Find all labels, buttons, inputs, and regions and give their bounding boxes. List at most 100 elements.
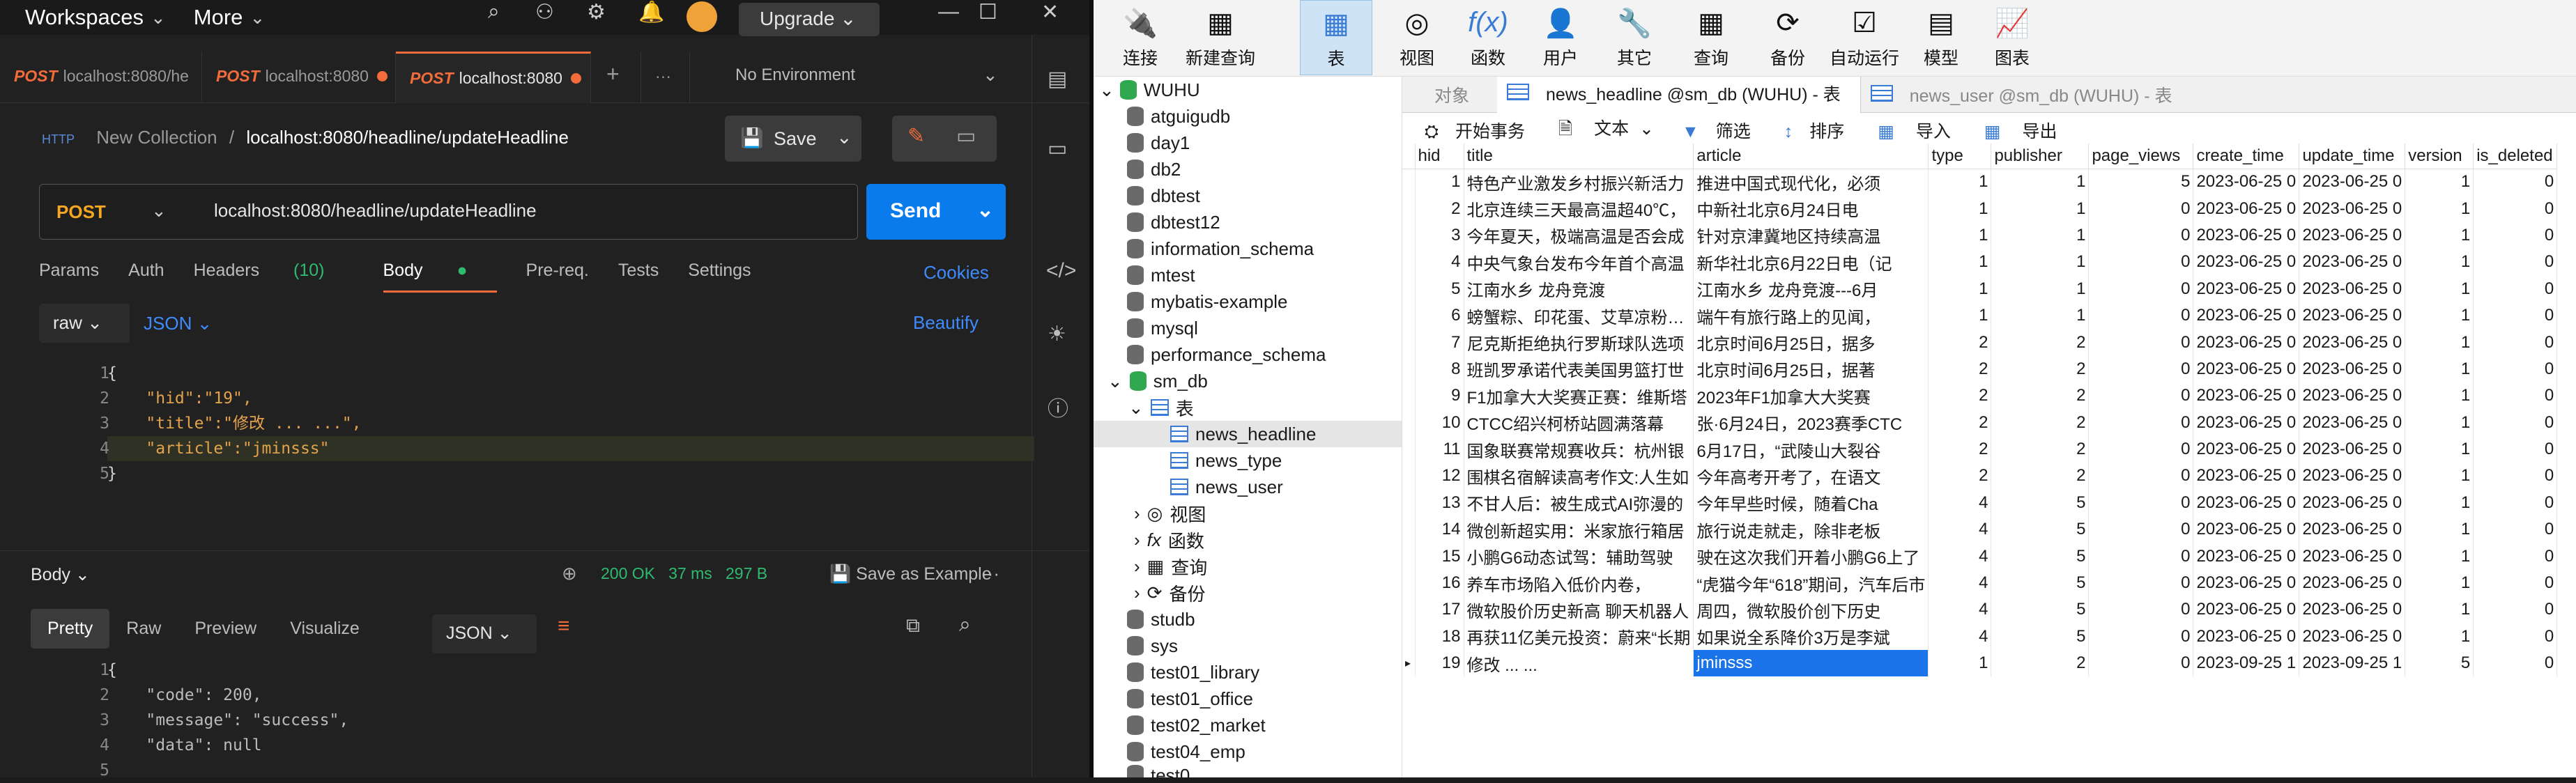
table-cell[interactable]: 2023-06-25 0	[2193, 329, 2300, 356]
table-row[interactable]: 6 螃蟹粽、印花蛋、艾草凉粉… 端午有旅行路上的见闻， 1 1 0 2023-06-25 0…	[1402, 302, 2558, 330]
tree-database[interactable]: performance_schema	[1127, 341, 1326, 368]
table-cell[interactable]: 0	[2473, 355, 2558, 383]
table-cell[interactable]: 北京时间6月25日，据多	[1693, 329, 1929, 356]
table-cell[interactable]: 1	[2405, 516, 2474, 543]
table-cell[interactable]: 2023-06-25 0	[2299, 409, 2406, 436]
tree-database[interactable]: mybatis-example	[1127, 288, 1288, 315]
info-icon[interactable]: ⓘ	[1048, 392, 1068, 422]
table-cell[interactable]: 端午有旅行路上的见闻，	[1693, 302, 1929, 330]
table-cell[interactable]: 5	[2088, 169, 2194, 196]
wrap-lines-icon[interactable]: ≡	[558, 614, 570, 638]
table-cell[interactable]: 7	[1415, 329, 1464, 356]
table-cell[interactable]: jminsss	[1693, 650, 1929, 677]
row-indicator[interactable]	[1402, 302, 1416, 330]
column-header[interactable]: version	[2405, 144, 2474, 169]
cookies-link[interactable]: Cookies	[923, 262, 989, 284]
export-button[interactable]: ▦ 导出	[1973, 118, 2063, 143]
toolbar-other[interactable]: 🔧 其它	[1602, 0, 1666, 75]
table-cell[interactable]: 2	[1928, 355, 1992, 383]
table-cell[interactable]: 1	[1991, 195, 2090, 222]
table-cell[interactable]: 江南水乡 龙舟竞渡---6月	[1693, 275, 1929, 302]
table-cell[interactable]: 班凯罗承诺代表美国男篮打世	[1464, 355, 1694, 383]
column-header[interactable]: is_deleted	[2473, 144, 2558, 169]
table-cell[interactable]: 微创新超实用：米家旅行箱居	[1464, 516, 1694, 543]
table-cell[interactable]: 1	[2405, 222, 2474, 249]
tree-table-selected[interactable]: news_headline	[1094, 421, 1402, 447]
table-cell[interactable]: 18	[1415, 623, 1464, 651]
table-cell[interactable]: 4	[1415, 249, 1464, 276]
table-cell[interactable]: 北京连续三天最高温超40℃，	[1464, 195, 1694, 222]
request-tab[interactable]: POST localhost:8080	[202, 52, 396, 103]
tree-database[interactable]: dbtest	[1127, 183, 1200, 209]
row-indicator[interactable]	[1402, 435, 1416, 463]
response-body-dropdown[interactable]: Body ⌄	[31, 564, 90, 585]
body-language-select[interactable]: JSON ⌄	[144, 313, 212, 334]
table-cell[interactable]: 2	[1991, 355, 2090, 383]
table-cell[interactable]: 1	[2405, 409, 2474, 436]
row-indicator[interactable]	[1402, 355, 1416, 383]
table-cell[interactable]: 2	[1991, 650, 2090, 677]
table-row[interactable]: 7 尼克斯拒绝执行罗斯球队选项 北京时间6月25日，据多 2 2 0 2023-06-25 …	[1402, 329, 2558, 356]
tree-backups-group[interactable]: › ⟳ 备份	[1134, 580, 1205, 606]
body-mode-select[interactable]: raw ⌄	[39, 304, 130, 343]
toolbar-new-query[interactable]: ▦ 新建查询	[1181, 0, 1259, 75]
table-cell[interactable]: 特色产业激发乡村振兴新活力	[1464, 169, 1694, 196]
tree-database[interactable]: test01_library	[1127, 659, 1259, 685]
table-cell[interactable]: 2	[1991, 463, 2090, 490]
table-row[interactable]: 16 养车市场陷入低价内卷， “虎猫今年“618”期间，汽车后市 4 5 0 2023-06…	[1402, 569, 2558, 597]
column-header[interactable]: type	[1928, 144, 1992, 169]
row-indicator[interactable]	[1402, 382, 1416, 410]
table-cell[interactable]: 1	[2405, 543, 2474, 570]
table-cell[interactable]: 国象联赛常规赛收兵：杭州银	[1464, 435, 1694, 463]
row-indicator[interactable]	[1402, 623, 1416, 651]
table-cell[interactable]: 2023-06-25 0	[2193, 355, 2300, 383]
table-cell[interactable]: 0	[2088, 409, 2194, 436]
table-cell[interactable]: 北京时间6月25日，据著	[1693, 355, 1929, 383]
table-cell[interactable]: 12	[1415, 463, 1464, 490]
table-cell[interactable]: 0	[2088, 302, 2194, 330]
column-header[interactable]: hid	[1415, 144, 1464, 169]
search-icon[interactable]: ⌕	[959, 613, 971, 637]
request-body-editor[interactable]: 1 2 3 4 5 { "hid":"19", "title":"修改 ... …	[29, 361, 1034, 493]
row-indicator[interactable]	[1402, 489, 1416, 517]
pencil-icon[interactable]: ✎	[907, 124, 925, 148]
table-cell[interactable]: 5	[1991, 569, 2090, 597]
row-indicator[interactable]	[1402, 463, 1416, 490]
bell-icon[interactable]: 🔔	[638, 0, 664, 24]
table-cell[interactable]: 0	[2473, 516, 2558, 543]
table-cell[interactable]: 4	[1928, 489, 1992, 517]
search-icon[interactable]: ⌕	[488, 0, 500, 24]
tree-database[interactable]: db2	[1127, 156, 1181, 183]
tree-database-open[interactable]: ⌄ sm_db	[1107, 368, 1208, 394]
table-cell[interactable]: 2023-06-25 0	[2299, 275, 2406, 302]
table-cell[interactable]: 4	[1928, 596, 1992, 623]
tree-database[interactable]: dbtest12	[1127, 209, 1220, 235]
row-indicator[interactable]: ▸	[1402, 650, 1416, 677]
table-cell[interactable]: 1	[1991, 169, 2090, 196]
table-cell[interactable]: 0	[2473, 489, 2558, 517]
table-cell[interactable]: CTCC绍兴柯桥站圆满落幕	[1464, 409, 1694, 436]
table-row[interactable]: ▸ 19 修改 ... ... jminsss 1 2 0 2023-09-25 1 2023-…	[1402, 650, 2558, 677]
table-cell[interactable]: 1	[1928, 195, 1992, 222]
tree-database[interactable]: test02_market	[1127, 712, 1266, 738]
table-cell[interactable]: 2023-06-25 0	[2299, 463, 2406, 490]
tab-settings[interactable]: Settings	[688, 261, 751, 293]
table-row[interactable]: 17 微软股价历史新高 聊天机器人 周四，微软股价创下历史 4 5 0 2023-06-25…	[1402, 596, 2558, 623]
table-cell[interactable]: 1	[1415, 169, 1464, 196]
table-cell[interactable]: 2023-06-25 0	[2299, 489, 2406, 517]
table-cell[interactable]: 11	[1415, 435, 1464, 463]
tab-news-headline[interactable]: news_headline @sm_db (WUHU) - 表	[1497, 76, 1861, 113]
table-cell[interactable]: 0	[2088, 435, 2194, 463]
save-as-example-button[interactable]: 💾 Save as Example	[829, 564, 992, 584]
row-indicator[interactable]	[1402, 543, 1416, 570]
table-cell[interactable]: 14	[1415, 516, 1464, 543]
table-cell[interactable]: 2023-06-25 0	[2299, 435, 2406, 463]
table-cell[interactable]: 0	[2088, 329, 2194, 356]
table-cell[interactable]: 2023-06-25 0	[2193, 543, 2300, 570]
avatar[interactable]	[687, 1, 717, 32]
tab-tests[interactable]: Tests	[618, 261, 659, 293]
table-cell[interactable]: 4	[1928, 569, 1992, 597]
table-cell[interactable]: 2023-06-25 0	[2299, 623, 2406, 651]
table-row[interactable]: 15 小鹏G6动态试驾：辅助驾驶 驶在这次我们开着小鹏G6上了 4 5 0 2023-06-…	[1402, 543, 2558, 570]
workspaces-menu[interactable]: Workspaces	[25, 5, 144, 30]
